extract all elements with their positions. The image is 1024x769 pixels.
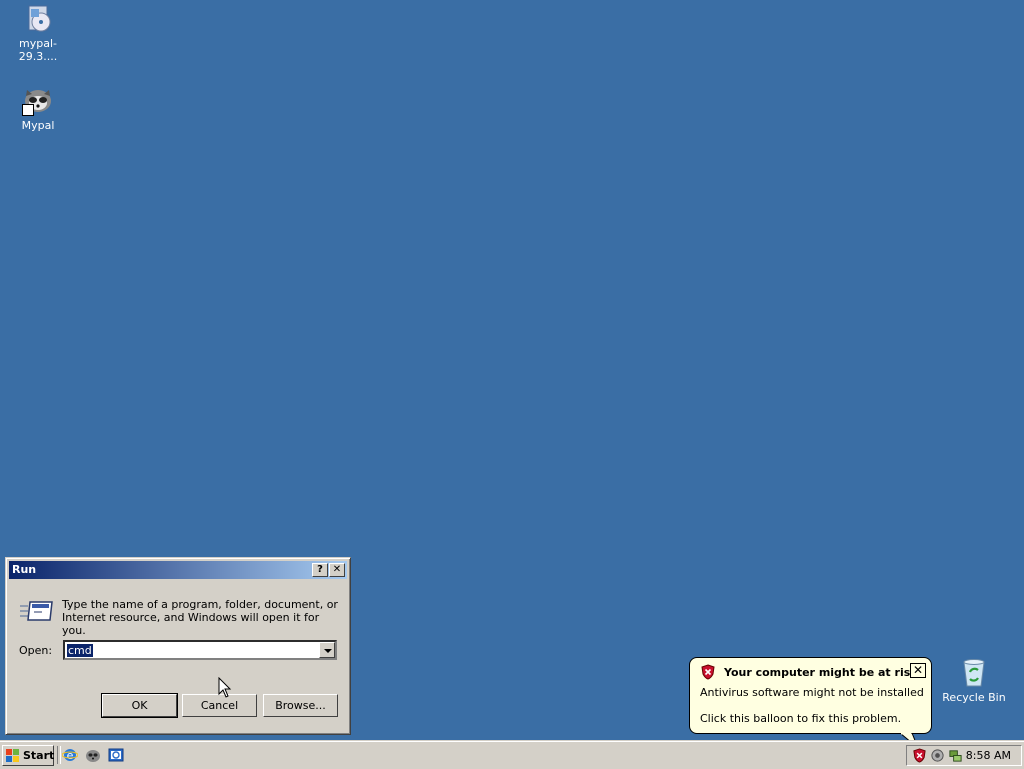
desktop-icon-label: mypal-29.3.... bbox=[18, 37, 58, 63]
mouse-cursor-icon bbox=[218, 676, 232, 699]
run-icon bbox=[20, 598, 54, 624]
volume-icon[interactable] bbox=[930, 748, 945, 763]
run-dialog-titlebar[interactable]: Run ? ✕ bbox=[9, 561, 347, 579]
desktop-icon-mypal[interactable]: Mypal bbox=[0, 84, 76, 132]
run-dialog: Run ? ✕ Type the name of a program, fold… bbox=[5, 557, 351, 735]
desktop-icon-mypal-installer[interactable]: mypal-29.3.... bbox=[0, 2, 76, 63]
chevron-down-icon[interactable] bbox=[319, 642, 335, 658]
start-label: Start bbox=[23, 749, 55, 762]
security-balloon[interactable]: Your computer might be at risk ✕ Antivir… bbox=[689, 657, 932, 734]
balloon-message-line2: Click this balloon to fix this problem. bbox=[700, 712, 902, 725]
network-icon[interactable] bbox=[948, 748, 963, 763]
desktop-icon-recycle-bin[interactable]: Recycle Bin bbox=[936, 656, 1012, 704]
mypal-raccoon-icon bbox=[22, 84, 54, 116]
quick-launch-separator bbox=[57, 746, 61, 764]
outlook-icon[interactable] bbox=[108, 747, 124, 763]
open-input-value[interactable]: cmd bbox=[67, 644, 93, 657]
run-description: Type the name of a program, folder, docu… bbox=[62, 598, 338, 637]
windows-flag-icon bbox=[6, 749, 19, 762]
desktop-icon-label: Recycle Bin bbox=[942, 691, 1006, 704]
balloon-title: Your computer might be at risk bbox=[724, 666, 918, 679]
desktop-icon-label: Mypal bbox=[21, 119, 55, 132]
balloon-message-line1: Antivirus software might not be installe… bbox=[700, 686, 924, 699]
close-button[interactable]: ✕ bbox=[329, 563, 345, 577]
security-shield-icon[interactable] bbox=[912, 748, 927, 763]
security-shield-icon bbox=[700, 664, 716, 680]
recycle-bin-icon bbox=[958, 656, 990, 688]
shortcut-arrow-icon bbox=[22, 104, 34, 116]
help-button[interactable]: ? bbox=[312, 563, 328, 577]
start-button[interactable]: Start bbox=[2, 745, 54, 766]
browse-button[interactable]: Browse... bbox=[263, 694, 338, 717]
mypal-icon[interactable] bbox=[85, 747, 101, 763]
open-combobox[interactable]: cmd bbox=[63, 640, 337, 660]
dialog-title: Run bbox=[12, 563, 37, 576]
installer-cd-icon bbox=[22, 2, 54, 34]
open-label: Open: bbox=[19, 644, 53, 657]
ok-button[interactable]: OK bbox=[101, 693, 178, 718]
balloon-close-button[interactable]: ✕ bbox=[910, 663, 926, 678]
system-tray: 8:58 AM bbox=[906, 745, 1022, 766]
clock[interactable]: 8:58 AM bbox=[966, 749, 1011, 762]
svg-text:e: e bbox=[67, 749, 74, 762]
taskbar: Start e 8:58 AM bbox=[0, 740, 1024, 769]
ie-icon[interactable]: e bbox=[61, 747, 79, 763]
